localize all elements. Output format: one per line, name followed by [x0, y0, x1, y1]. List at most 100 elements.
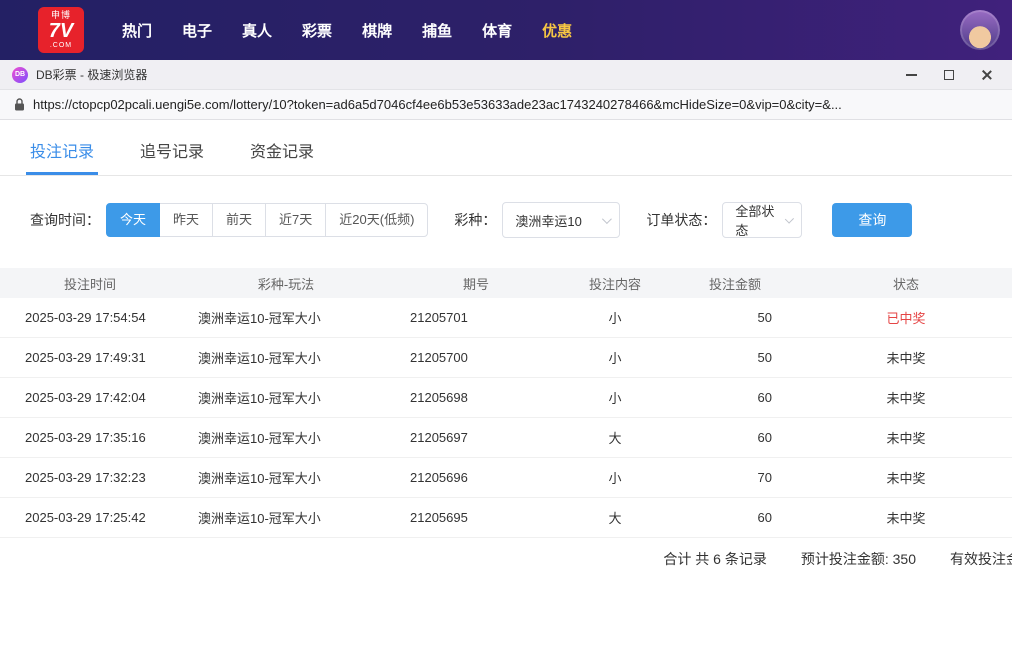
summary-valid-amount: 有效投注金 — [950, 551, 1012, 567]
lottery-filter-label: 彩种： — [454, 212, 497, 228]
browser-favicon: DB — [12, 66, 28, 83]
brand-logo-bottom: .COM — [49, 42, 73, 49]
cell-bet-time: 2025-03-29 17:49:31 — [25, 350, 146, 365]
cell-bet-time: 2025-03-29 17:32:23 — [25, 470, 146, 485]
time-option-20days[interactable]: 近20天(低频) — [325, 203, 429, 237]
table-row: 2025-03-29 17:42:04 澳洲幸运10-冠军大小 21205698… — [0, 378, 1012, 418]
cell-status: 未中奖 — [886, 391, 926, 406]
close-icon — [981, 69, 993, 81]
cell-bet-content: 小 — [608, 311, 622, 326]
maximize-icon — [944, 70, 954, 80]
cell-status: 未中奖 — [886, 511, 926, 526]
brand-logo[interactable]: 申博 7V .COM — [38, 7, 84, 53]
screen: 申博 7V .COM 热门 电子 真人 彩票 棋牌 捕鱼 体育 优惠 DB DB… — [0, 0, 1012, 652]
cell-game-play: 澳洲幸运10-冠军大小 — [198, 311, 321, 326]
page-content: 投注记录 追号记录 资金记录 查询时间： 今天 昨天 前天 近7天 近20天(低… — [0, 120, 1012, 580]
cell-game-play: 澳洲幸运10-冠军大小 — [198, 511, 321, 526]
cell-bet-content: 大 — [608, 431, 622, 446]
cell-status: 未中奖 — [886, 471, 926, 486]
table-row: 2025-03-29 17:25:42 澳洲幸运10-冠军大小 21205695… — [0, 498, 1012, 538]
cell-game-play: 澳洲幸运10-冠军大小 — [198, 351, 321, 366]
lock-icon — [14, 98, 25, 111]
table-row: 2025-03-29 17:49:31 澳洲幸运10-冠军大小 21205700… — [0, 338, 1012, 378]
nav-item-live[interactable]: 真人 — [242, 20, 272, 41]
time-option-7days[interactable]: 近7天 — [265, 203, 327, 237]
cell-bet-amount: 70 — [757, 470, 772, 485]
col-status: 状态 — [892, 276, 919, 292]
cell-bet-amount: 60 — [757, 390, 772, 405]
cell-bet-content: 大 — [608, 511, 622, 526]
lottery-select[interactable]: 澳洲幸运10 — [502, 202, 621, 238]
tab-bet-records[interactable]: 投注记录 — [25, 138, 99, 175]
nav-item-hot[interactable]: 热门 — [122, 20, 152, 41]
url-bar[interactable]: https://ctopcp02pcali.uengi5e.com/lotter… — [0, 90, 1012, 120]
chevron-down-icon — [785, 213, 795, 224]
url-text[interactable]: https://ctopcp02pcali.uengi5e.com/lotter… — [33, 97, 842, 112]
cell-issue: 21205695 — [410, 510, 468, 525]
order-status-value: 全部状态 — [735, 204, 775, 238]
cell-bet-content: 小 — [608, 471, 622, 486]
table-row: 2025-03-29 17:54:54 澳洲幸运10-冠军大小 21205701… — [0, 298, 1012, 338]
nav-item-fishing[interactable]: 捕鱼 — [422, 20, 452, 41]
cell-bet-amount: 60 — [757, 510, 772, 525]
cell-game-play: 澳洲幸运10-冠军大小 — [198, 471, 321, 486]
record-tabs: 投注记录 追号记录 资金记录 — [0, 120, 1012, 176]
cell-status: 未中奖 — [886, 351, 926, 366]
tab-fund-records[interactable]: 资金记录 — [250, 138, 314, 175]
minimize-icon — [905, 74, 917, 76]
summary-total: 合计 共 6 条记录 — [663, 551, 767, 567]
cell-game-play: 澳洲幸运10-冠军大小 — [198, 431, 321, 446]
cell-issue: 21205698 — [410, 390, 468, 405]
window-controls — [892, 60, 1006, 90]
cell-issue: 21205696 — [410, 470, 468, 485]
tab-chase-records[interactable]: 追号记录 — [140, 138, 204, 175]
cell-bet-amount: 50 — [757, 350, 772, 365]
order-status-select[interactable]: 全部状态 — [722, 202, 803, 238]
cell-issue: 21205701 — [410, 310, 468, 325]
table-row: 2025-03-29 17:32:23 澳洲幸运10-冠军大小 21205696… — [0, 458, 1012, 498]
time-option-day-before[interactable]: 前天 — [212, 203, 267, 237]
query-button[interactable]: 查询 — [832, 203, 913, 237]
site-nav: 热门 电子 真人 彩票 棋牌 捕鱼 体育 优惠 — [122, 20, 572, 41]
brand-logo-top: 申博 — [50, 10, 71, 20]
cell-bet-amount: 50 — [757, 310, 772, 325]
user-avatar[interactable] — [960, 10, 1000, 50]
summary-expected-amount: 预计投注金额: 350 — [800, 551, 916, 567]
nav-item-sports[interactable]: 体育 — [482, 20, 512, 41]
col-issue: 期号 — [462, 276, 489, 292]
time-filter-group: 今天 昨天 前天 近7天 近20天(低频) — [106, 203, 429, 237]
cell-issue: 21205700 — [410, 350, 468, 365]
maximize-button[interactable] — [930, 60, 968, 90]
window-title: DB彩票 - 极速浏览器 — [36, 68, 148, 82]
cell-issue: 21205697 — [410, 430, 468, 445]
nav-item-electronic[interactable]: 电子 — [182, 20, 212, 41]
nav-item-cards[interactable]: 棋牌 — [362, 20, 392, 41]
records-table: 投注时间 彩种-玩法 期号 投注内容 投注金额 状态 2025-03-29 17… — [0, 268, 1012, 580]
col-game-play: 彩种-玩法 — [257, 276, 315, 292]
cell-bet-content: 小 — [608, 351, 622, 366]
table-summary: 合计 共 6 条记录 预计投注金额: 350 有效投注金 — [0, 538, 1012, 580]
col-bet-amount: 投注金额 — [708, 276, 761, 292]
site-header: 申博 7V .COM 热门 电子 真人 彩票 棋牌 捕鱼 体育 优惠 — [0, 0, 1012, 60]
cell-bet-time: 2025-03-29 17:54:54 — [25, 310, 146, 325]
brand-logo-main: 7V — [48, 20, 74, 42]
cell-bet-time: 2025-03-29 17:25:42 — [25, 510, 146, 525]
filter-row: 查询时间： 今天 昨天 前天 近7天 近20天(低频) 彩种： 澳洲幸运10 订… — [30, 202, 1012, 238]
cell-status: 已中奖 — [886, 311, 926, 326]
col-bet-time: 投注时间 — [63, 276, 116, 292]
close-button[interactable] — [968, 60, 1006, 90]
cell-bet-content: 小 — [608, 391, 622, 406]
time-option-today[interactable]: 今天 — [106, 203, 161, 237]
cell-bet-time: 2025-03-29 17:35:16 — [25, 430, 146, 445]
time-option-yesterday[interactable]: 昨天 — [159, 203, 214, 237]
cell-game-play: 澳洲幸运10-冠军大小 — [198, 391, 321, 406]
status-filter-label: 订单状态： — [646, 212, 717, 228]
minimize-button[interactable] — [892, 60, 930, 90]
lottery-select-value: 澳洲幸运10 — [515, 213, 582, 229]
col-bet-content: 投注内容 — [588, 276, 641, 292]
nav-item-promo[interactable]: 优惠 — [542, 20, 572, 41]
nav-item-lottery[interactable]: 彩票 — [302, 20, 332, 41]
table-header: 投注时间 彩种-玩法 期号 投注内容 投注金额 状态 — [0, 268, 1012, 298]
browser-titlebar: DB DB彩票 - 极速浏览器 — [0, 60, 1012, 90]
time-filter-label: 查询时间： — [30, 212, 100, 228]
